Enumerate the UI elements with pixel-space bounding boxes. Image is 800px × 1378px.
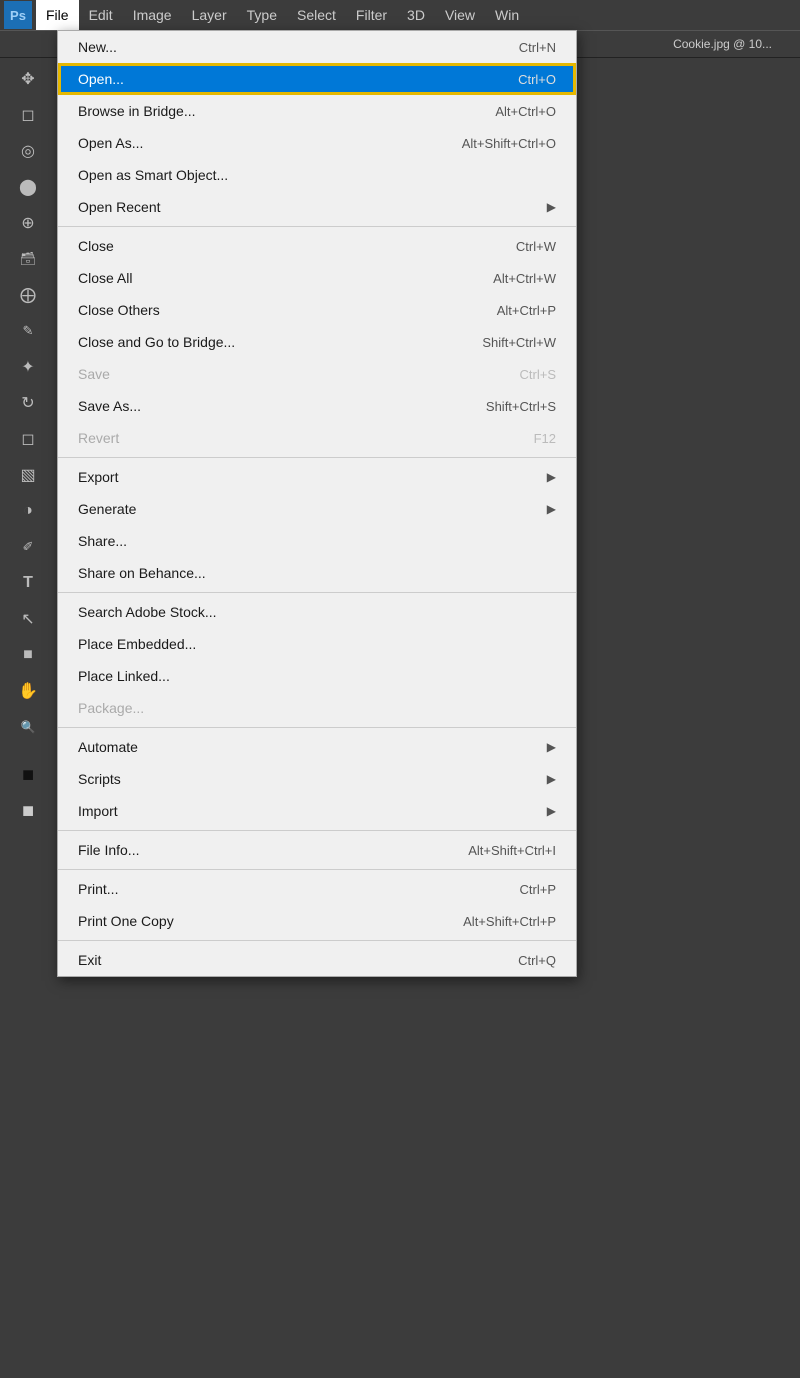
tool-move[interactable]: ✥ (8, 62, 48, 96)
divider-1 (58, 226, 576, 227)
tool-clone-stamp[interactable]: ✦ (8, 350, 48, 384)
tool-brush[interactable]: ✎ (8, 314, 48, 348)
menu-item-open-recent[interactable]: Open Recent ▶ (58, 191, 576, 223)
menu-item-exit[interactable]: Exit Ctrl+Q (58, 944, 576, 976)
menu-item-new[interactable]: New... Ctrl+N (58, 31, 576, 63)
menu-file[interactable]: File (36, 0, 79, 30)
tool-quick-selection[interactable]: ⬤ (8, 170, 48, 204)
menu-item-close[interactable]: Close Ctrl+W (58, 230, 576, 262)
tool-background[interactable]: ■ (8, 794, 48, 828)
menu-item-revert[interactable]: Revert F12 (58, 422, 576, 454)
menu-win[interactable]: Win (485, 0, 529, 30)
menu-view[interactable]: View (435, 0, 485, 30)
menu-item-import[interactable]: Import ▶ (58, 795, 576, 827)
open-recent-arrow-icon: ▶ (547, 200, 556, 214)
menu-item-scripts[interactable]: Scripts ▶ (58, 763, 576, 795)
ps-logo: Ps (4, 1, 32, 29)
menu-item-close-all[interactable]: Close All Alt+Ctrl+W (58, 262, 576, 294)
menu-item-browse-bridge[interactable]: Browse in Bridge... Alt+Ctrl+O (58, 95, 576, 127)
menu-item-file-info[interactable]: File Info... Alt+Shift+Ctrl+I (58, 834, 576, 866)
menu-item-package[interactable]: Package... (58, 692, 576, 724)
file-menu-panel: New... Ctrl+N Open... Ctrl+O Browse in B… (57, 30, 577, 977)
menu-item-print-one-copy[interactable]: Print One Copy Alt+Shift+Ctrl+P (58, 905, 576, 937)
menu-item-generate[interactable]: Generate ▶ (58, 493, 576, 525)
menu-item-share-behance[interactable]: Share on Behance... (58, 557, 576, 589)
menu-item-print[interactable]: Print... Ctrl+P (58, 873, 576, 905)
menu-item-search-stock[interactable]: Search Adobe Stock... (58, 596, 576, 628)
menu-item-place-linked[interactable]: Place Linked... (58, 660, 576, 692)
tool-dodge[interactable]: ◑ (8, 494, 48, 528)
scripts-arrow-icon: ▶ (547, 772, 556, 786)
menu-item-place-embedded[interactable]: Place Embedded... (58, 628, 576, 660)
tool-hand[interactable]: ✋ (8, 674, 48, 708)
tool-lasso[interactable]: ◎ (8, 134, 48, 168)
menu-item-open-as[interactable]: Open As... Alt+Shift+Ctrl+O (58, 127, 576, 159)
menu-item-open-smart[interactable]: Open as Smart Object... (58, 159, 576, 191)
divider-4 (58, 727, 576, 728)
menu-bar: Ps File Edit Image Layer Type Select Fil… (0, 0, 800, 30)
menu-item-save-as[interactable]: Save As... Shift+Ctrl+S (58, 390, 576, 422)
menu-item-save[interactable]: Save Ctrl+S (58, 358, 576, 390)
divider-5 (58, 830, 576, 831)
tool-history-brush[interactable]: ↻ (8, 386, 48, 420)
menu-filter[interactable]: Filter (346, 0, 397, 30)
import-arrow-icon: ▶ (547, 804, 556, 818)
tool-marquee[interactable]: ◻ (8, 98, 48, 132)
menu-item-export[interactable]: Export ▶ (58, 461, 576, 493)
cookie-tab-label: Cookie.jpg @ 10... (673, 37, 772, 51)
export-arrow-icon: ▶ (547, 470, 556, 484)
tool-foreground[interactable]: ■ (8, 758, 48, 792)
tool-pen[interactable]: ✐ (8, 530, 48, 564)
left-toolbar: ✥ ◻ ◎ ⬤ ⊕ 🗃 ⨁ ✎ ✦ ↻ ◻ ▧ ◑ ✐ T ↖ ■ ✋ 🔍 ■ … (0, 58, 56, 1378)
menu-edit[interactable]: Edit (79, 0, 123, 30)
tool-gradient[interactable]: ▧ (8, 458, 48, 492)
tool-type[interactable]: T (8, 566, 48, 600)
divider-7 (58, 940, 576, 941)
menu-image[interactable]: Image (123, 0, 182, 30)
menu-3d[interactable]: 3D (397, 0, 435, 30)
tool-crop[interactable]: ⊕ (8, 206, 48, 240)
divider-2 (58, 457, 576, 458)
menu-item-automate[interactable]: Automate ▶ (58, 731, 576, 763)
automate-arrow-icon: ▶ (547, 740, 556, 754)
generate-arrow-icon: ▶ (547, 502, 556, 516)
file-dropdown-menu: New... Ctrl+N Open... Ctrl+O Browse in B… (57, 30, 577, 977)
tool-spot-healing[interactable]: ⨁ (8, 278, 48, 312)
menu-item-close-bridge[interactable]: Close and Go to Bridge... Shift+Ctrl+W (58, 326, 576, 358)
tool-shape[interactable]: ■ (8, 638, 48, 672)
divider-6 (58, 869, 576, 870)
tool-path-selection[interactable]: ↖ (8, 602, 48, 636)
tool-eraser[interactable]: ◻ (8, 422, 48, 456)
menu-item-close-others[interactable]: Close Others Alt+Ctrl+P (58, 294, 576, 326)
menu-type[interactable]: Type (237, 0, 287, 30)
tool-zoom[interactable]: 🔍 (8, 710, 48, 744)
menu-select[interactable]: Select (287, 0, 346, 30)
menu-item-share[interactable]: Share... (58, 525, 576, 557)
tool-eyedropper[interactable]: 🗃 (8, 242, 48, 276)
menu-item-open[interactable]: Open... Ctrl+O (58, 63, 576, 95)
menu-layer[interactable]: Layer (182, 0, 237, 30)
divider-3 (58, 592, 576, 593)
